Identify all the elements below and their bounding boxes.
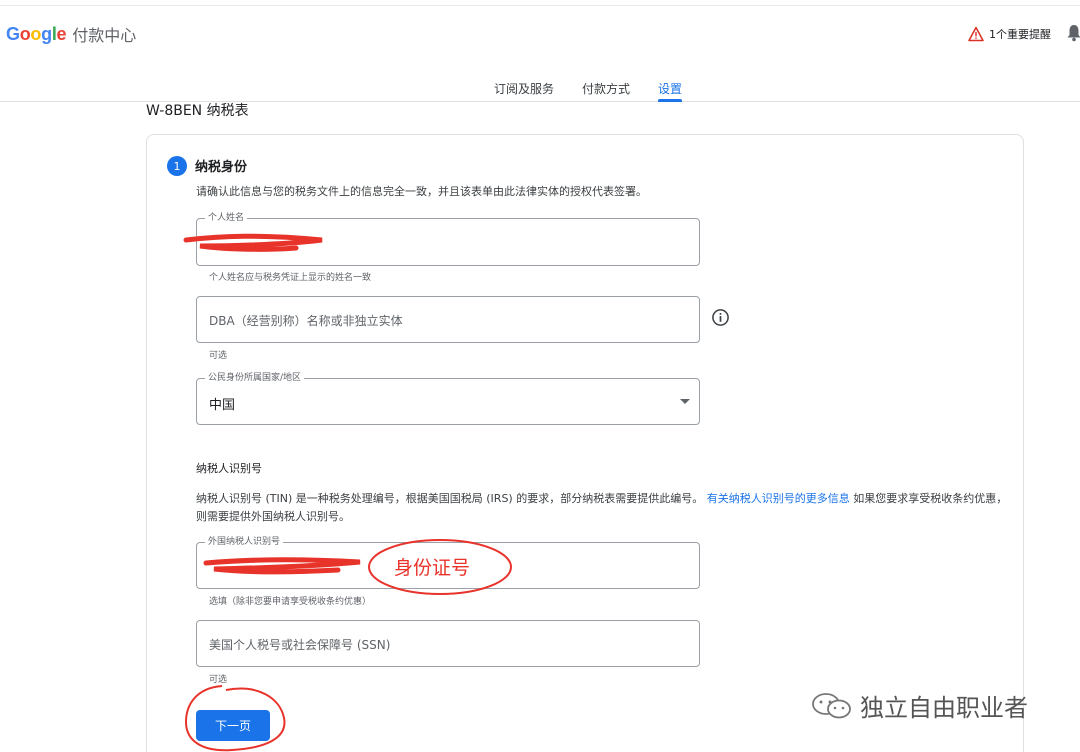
citizenship-value: 中国 <box>209 398 236 413</box>
step-number-badge: 1 <box>167 156 187 176</box>
bell-icon[interactable] <box>1066 24 1080 42</box>
citizenship-label: 公民身份所属国家/地区 <box>205 372 305 384</box>
browser-top-edge <box>0 0 1080 6</box>
important-alert-button[interactable]: 1个重要提醒 <box>968 26 1051 42</box>
tin-more-info-link[interactable]: 有关纳税人识别号的更多信息 <box>707 492 850 505</box>
google-payments-logo[interactable]: Google 付款中心 <box>6 22 136 46</box>
citizenship-country-select[interactable]: 公民身份所属国家/地区 中国 <box>196 372 700 425</box>
alert-text: 1个重要提醒 <box>989 28 1051 41</box>
personal-name-label: 个人姓名 <box>205 212 248 224</box>
dba-name-field[interactable]: DBA（经营别称）名称或非独立实体 <box>196 296 700 343</box>
watermark: 独立自由职业者 <box>810 688 1028 723</box>
ssn-field[interactable]: 美国个人税号或社会保障号 (SSN) <box>196 620 700 667</box>
dropdown-arrow-icon <box>680 399 690 404</box>
dba-placeholder: DBA（经营别称）名称或非独立实体 <box>209 314 403 328</box>
google-wordmark: Google <box>6 23 67 44</box>
annotation-label: 身份证号 <box>394 557 471 579</box>
wechat-icon <box>812 692 851 718</box>
personal-name-helper: 个人姓名应与税务凭证上显示的姓名一致 <box>209 273 372 283</box>
personal-name-field[interactable]: 个人姓名 <box>196 212 700 266</box>
foreign-tin-helper: 选填（除非您要申请享受税收条约优惠） <box>209 597 372 607</box>
foreign-tin-label: 外国纳税人识别号 <box>205 536 284 548</box>
tab-payment-methods[interactable]: 付款方式 <box>582 80 630 97</box>
watermark-text: 独立自由职业者 <box>860 694 1028 722</box>
product-name: 付款中心 <box>72 26 137 45</box>
info-icon[interactable] <box>711 308 730 327</box>
ssn-helper: 可选 <box>209 675 228 685</box>
warning-icon <box>968 26 984 42</box>
tab-subscriptions[interactable]: 订阅及服务 <box>494 80 554 97</box>
tab-settings[interactable]: 设置 <box>658 80 683 102</box>
tin-section-title: 纳税人识别号 <box>196 462 262 475</box>
step-title: 纳税身份 <box>195 160 248 175</box>
page-title: W-8BEN 纳税表 <box>146 103 249 119</box>
dba-helper: 可选 <box>209 351 228 361</box>
settings-tab-bar: 订阅及服务 付款方式 设置 <box>0 80 1080 102</box>
tin-description: 纳税人识别号 (TIN) 是一种税务处理编号，根据美国国税局 (IRS) 的要求… <box>196 490 1016 526</box>
ssn-placeholder: 美国个人税号或社会保障号 (SSN) <box>209 638 391 652</box>
step-description: 请确认此信息与您的税务文件上的信息完全一致，并且该表单由此法律实体的授权代表签署… <box>196 185 647 198</box>
next-page-button[interactable]: 下一页 <box>196 710 270 741</box>
tin-description-text: 纳税人识别号 (TIN) 是一种税务处理编号，根据美国国税局 (IRS) 的要求… <box>196 492 704 505</box>
